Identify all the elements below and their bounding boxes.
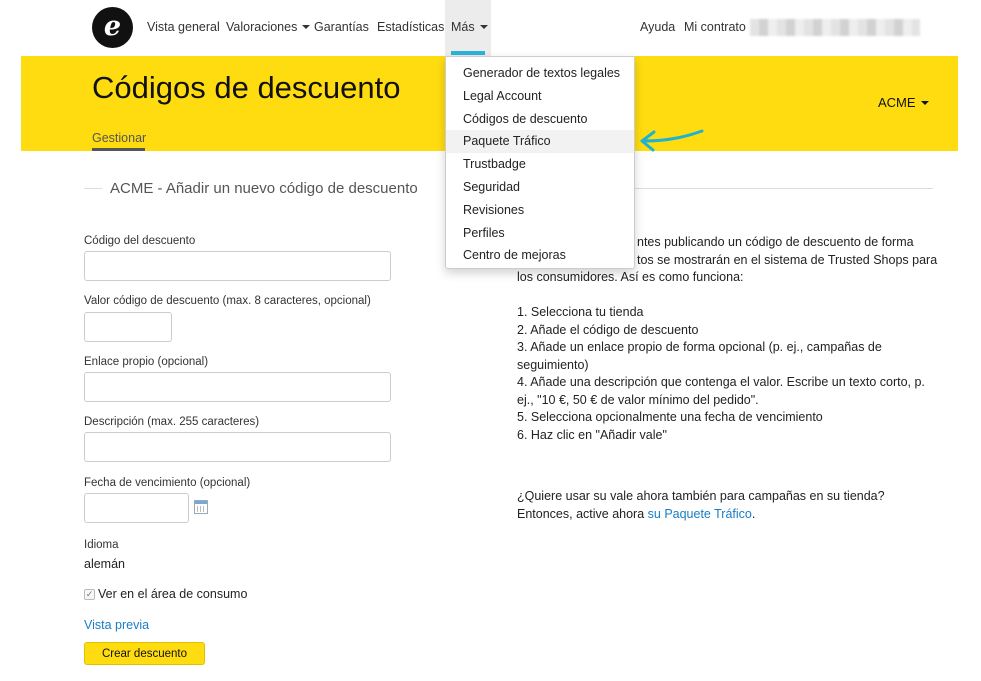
expiry-date-input[interactable] <box>84 493 189 523</box>
info-step: 4. Añade una descripción que contenga el… <box>517 375 925 389</box>
menu-item-centro-mejoras[interactable]: Centro de mejoras <box>446 244 634 267</box>
nav-mas[interactable]: Más <box>451 20 488 34</box>
nav-garantias[interactable]: Garantías <box>314 20 369 34</box>
menu-item-legal-account[interactable]: Legal Account <box>446 85 634 108</box>
section-divider-right <box>634 188 933 189</box>
info-step: 3. Añade un enlace propio de forma opcio… <box>517 340 882 354</box>
nav-mas-underline <box>451 51 485 55</box>
description-label: Descripción (max. 255 caracteres) <box>84 416 260 428</box>
tab-gestionar[interactable]: Gestionar <box>92 131 146 145</box>
description-input[interactable] <box>84 432 391 462</box>
nav-valoraciones[interactable]: Valoraciones <box>226 20 311 34</box>
blurred-account-name <box>750 19 920 36</box>
nav-valoraciones-label: Valoraciones <box>226 20 298 34</box>
language-value: alemán <box>84 557 125 571</box>
value-label: Valor código de descuento (max. 8 caract… <box>84 295 371 307</box>
info-step: 2. Añade el código de descuento <box>517 322 699 337</box>
consumer-area-label[interactable]: Ver en el área de consumo <box>98 587 247 601</box>
tab-active-underline <box>92 148 145 151</box>
menu-item-codigos-descuento[interactable]: Códigos de descuento <box>446 108 634 131</box>
section-divider-left <box>84 188 102 189</box>
menu-item-revisiones[interactable]: Revisiones <box>446 199 634 222</box>
nav-estadisticas[interactable]: Estadísticas <box>377 20 444 34</box>
info-step: 5. Selecciona opcionalmente una fecha de… <box>517 410 823 424</box>
annotation-arrow-icon <box>640 129 704 152</box>
nav-vista-general[interactable]: Vista general <box>147 20 220 34</box>
code-input[interactable] <box>84 251 391 281</box>
trusted-shops-logo[interactable]: e <box>92 7 133 48</box>
menu-item-trustbadge[interactable]: Trustbadge <box>446 153 634 176</box>
info-step: ej., "10 €, 50 € de valor mínimo del ped… <box>517 392 759 407</box>
code-label: Código del descuento <box>84 235 196 247</box>
nav-mas-label: Más <box>451 20 475 34</box>
shop-selector[interactable]: ACME <box>878 95 929 110</box>
top-navbar: e Vista general Valoraciones Garantías E… <box>0 0 981 56</box>
info-outro-suffix: . <box>751 506 756 521</box>
language-label: Idioma <box>84 539 119 551</box>
info-intro-line: los consumidores. Así es como funciona: <box>517 270 744 284</box>
info-step: 6. Haz clic en "Añadir vale" <box>517 427 667 442</box>
info-outro: ¿Quiere usar su vale ahora también para … <box>517 488 885 523</box>
info-step: seguimiento) <box>517 357 589 372</box>
value-input[interactable] <box>84 312 172 342</box>
expiry-label: Fecha de vencimiento (opcional) <box>84 477 251 489</box>
info-outro-line: Entonces, active ahora su Paquete Tráfic… <box>517 506 885 524</box>
link-input[interactable] <box>84 372 391 402</box>
logo-letter: e <box>103 10 122 42</box>
shop-selector-label: ACME <box>878 95 916 110</box>
chevron-down-icon <box>302 24 311 29</box>
calendar-icon[interactable] <box>194 500 208 514</box>
preview-link[interactable]: Vista previa <box>84 618 149 632</box>
info-steps: 1. Selecciona tu tienda 2. Añade el códi… <box>517 304 925 444</box>
menu-item-perfiles[interactable]: Perfiles <box>446 222 634 245</box>
chevron-down-icon <box>479 24 488 29</box>
menu-item-paquete-trafico[interactable]: Paquete Tráfico <box>446 130 634 154</box>
section-title: ACME - Añadir un nuevo código de descuen… <box>110 180 418 197</box>
create-discount-button[interactable]: Crear descuento <box>84 642 205 665</box>
paquete-trafico-link[interactable]: su Paquete Tráfico <box>648 507 752 521</box>
menu-item-seguridad[interactable]: Seguridad <box>446 176 634 199</box>
nav-mi-contrato[interactable]: Mi contrato <box>684 20 746 34</box>
mas-dropdown-menu: Generador de textos legales Legal Accoun… <box>445 56 635 269</box>
page-title: Códigos de descuento <box>92 70 401 105</box>
nav-ayuda[interactable]: Ayuda <box>640 20 675 34</box>
consumer-area-checkbox[interactable]: ✓ <box>84 589 95 600</box>
info-step: 1. Selecciona tu tienda <box>517 305 644 319</box>
chevron-down-icon <box>920 100 929 105</box>
menu-item-generador-textos-legales[interactable]: Generador de textos legales <box>446 62 634 85</box>
info-outro-line: ¿Quiere usar su vale ahora también para … <box>517 489 885 503</box>
link-label: Enlace propio (opcional) <box>84 356 209 368</box>
info-outro-prefix: Entonces, active ahora <box>517 506 648 521</box>
